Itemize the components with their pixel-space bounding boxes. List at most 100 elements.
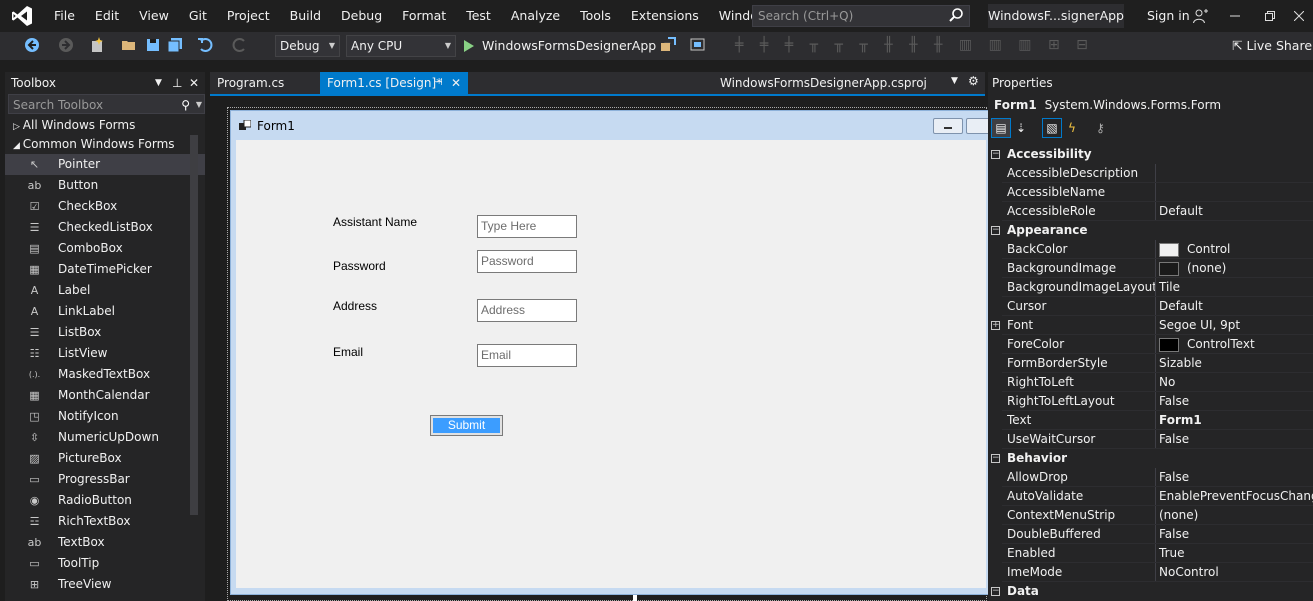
- property-value[interactable]: Default: [1159, 202, 1203, 221]
- property-row-bglayout[interactable]: BackgroundImageLayout Tile: [988, 278, 1313, 297]
- close-window-button[interactable]: [1285, 0, 1313, 32]
- property-row-accname[interactable]: AccessibleName: [988, 183, 1313, 202]
- category-behavior[interactable]: − Behavior: [988, 449, 1313, 468]
- collapse-icon[interactable]: −: [991, 587, 1000, 596]
- menu-git[interactable]: Git: [179, 0, 217, 32]
- gear-icon[interactable]: ⚙: [968, 74, 979, 88]
- platform-dropdown[interactable]: Any CPU ▼: [346, 35, 456, 57]
- property-value[interactable]: No: [1159, 373, 1175, 392]
- category-accessibility[interactable]: − Accessibility: [988, 145, 1313, 164]
- navigate-forward-icon[interactable]: [58, 37, 74, 53]
- properties-icon[interactable]: ▧: [1042, 118, 1062, 138]
- navigate-back-icon[interactable]: [24, 37, 40, 53]
- categorized-icon[interactable]: ▤: [991, 118, 1011, 138]
- email-input[interactable]: Email: [477, 344, 577, 367]
- property-value[interactable]: Segoe UI, 9pt: [1159, 316, 1240, 335]
- collapse-icon[interactable]: −: [991, 150, 1000, 159]
- category-appearance[interactable]: − Appearance: [988, 221, 1313, 240]
- property-value[interactable]: False: [1159, 430, 1189, 449]
- toolbox-item-listbox[interactable]: ☰ ListBox: [5, 322, 205, 343]
- property-row-accrole[interactable]: AccessibleRole Default: [988, 202, 1313, 221]
- toolbox-item-monthcalendar[interactable]: ▦ MonthCalendar: [5, 385, 205, 406]
- property-row-autovalidate[interactable]: AutoValidate EnablePreventFocusChange: [988, 487, 1313, 506]
- property-value[interactable]: True: [1159, 544, 1185, 563]
- minimize-window-button[interactable]: [1215, 0, 1255, 32]
- undo-icon[interactable]: [197, 37, 213, 53]
- collapse-icon[interactable]: −: [991, 454, 1000, 463]
- expand-icon[interactable]: +: [991, 321, 1000, 330]
- menu-edit[interactable]: Edit: [85, 0, 129, 32]
- toolbox-item-progressbar[interactable]: ▭ ProgressBar: [5, 469, 205, 490]
- toolbox-item-checkbox[interactable]: ☑ CheckBox: [5, 196, 205, 217]
- resize-handle[interactable]: [633, 595, 637, 601]
- events-icon[interactable]: ϟ: [1068, 118, 1076, 138]
- property-row-ctxmenu[interactable]: ContextMenuStrip (none): [988, 506, 1313, 525]
- property-value[interactable]: Sizable: [1159, 354, 1202, 373]
- object-selector[interactable]: Form1 System.Windows.Forms.Form: [988, 94, 1313, 116]
- toolbox-item-button[interactable]: ab Button: [5, 175, 205, 196]
- property-row-cursor[interactable]: Cursor Default: [988, 297, 1313, 316]
- toolbox-group-all[interactable]: ▷ All Windows Forms: [5, 116, 205, 135]
- property-row-backcolor[interactable]: BackColor Control: [988, 240, 1313, 259]
- menu-extensions[interactable]: Extensions: [621, 0, 709, 32]
- redo-icon[interactable]: [232, 37, 248, 53]
- chevron-down-icon[interactable]: ▼: [951, 76, 958, 86]
- toolbox-item-combobox[interactable]: ▤ ComboBox: [5, 238, 205, 259]
- property-row-text[interactable]: Text Form1: [988, 411, 1313, 430]
- restore-window-button[interactable]: [1250, 0, 1290, 32]
- toolbox-search-input[interactable]: Search Toolbox ⚲ ▼: [8, 94, 205, 114]
- form-client-area[interactable]: [236, 140, 986, 588]
- toolbox-item-numericupdown[interactable]: ⇳ NumericUpDown: [5, 427, 205, 448]
- form-layout-icon[interactable]: [690, 37, 706, 53]
- property-row-borderstyle[interactable]: FormBorderStyle Sizable: [988, 354, 1313, 373]
- sign-in-link[interactable]: Sign in: [1147, 0, 1190, 32]
- pin-icon[interactable]: ⊣: [434, 72, 443, 94]
- menu-debug[interactable]: Debug: [331, 0, 392, 32]
- save-all-icon[interactable]: [167, 37, 183, 53]
- property-value[interactable]: (none): [1159, 259, 1226, 278]
- menu-project[interactable]: Project: [217, 0, 280, 32]
- tab-form1-design[interactable]: Form1.cs [Design]* ⊣ ✕: [320, 72, 468, 94]
- property-row-enabled[interactable]: Enabled True: [988, 544, 1313, 563]
- toolbox-item-pointer[interactable]: ↖ Pointer: [5, 154, 205, 175]
- publish-icon[interactable]: [660, 37, 676, 53]
- category-data[interactable]: − Data: [988, 582, 1313, 601]
- close-icon[interactable]: ✕: [189, 72, 199, 94]
- new-project-icon[interactable]: [89, 37, 105, 53]
- menu-analyze[interactable]: Analyze: [501, 0, 570, 32]
- toolbox-item-datetimepicker[interactable]: ▦ DateTimePicker: [5, 259, 205, 280]
- property-row-rtl[interactable]: RightToLeft No: [988, 373, 1313, 392]
- property-value[interactable]: False: [1159, 525, 1189, 544]
- property-pages-icon[interactable]: ⚷: [1096, 118, 1105, 138]
- property-row-bgimage[interactable]: BackgroundImage (none): [988, 259, 1313, 278]
- start-debugging-button[interactable]: WindowsFormsDesignerApp ▼: [462, 35, 670, 57]
- property-row-rtllayout[interactable]: RightToLeftLayout False: [988, 392, 1313, 411]
- menu-view[interactable]: View: [129, 0, 179, 32]
- property-row-waitcursor[interactable]: UseWaitCursor False: [988, 430, 1313, 449]
- chevron-down-icon[interactable]: ▼: [155, 72, 162, 94]
- toolbox-item-textbox[interactable]: ab TextBox: [5, 532, 205, 553]
- property-value[interactable]: EnablePreventFocusChange: [1159, 487, 1313, 506]
- close-icon[interactable]: ✕: [451, 72, 461, 94]
- alphabetical-icon[interactable]: ⇣: [1016, 118, 1026, 138]
- toolbox-item-linklabel[interactable]: A LinkLabel: [5, 301, 205, 322]
- menu-test[interactable]: Test: [456, 0, 501, 32]
- property-row-forecolor[interactable]: ForeColor ControlText: [988, 335, 1313, 354]
- property-value[interactable]: Tile: [1159, 278, 1180, 297]
- toolbox-item-tooltip[interactable]: ▭ ToolTip: [5, 553, 205, 574]
- live-share-button[interactable]: ⇱ Live Share: [1232, 32, 1312, 60]
- property-row-font[interactable]: + Font Segoe UI, 9pt: [988, 316, 1313, 335]
- form-minimize-button[interactable]: [933, 118, 963, 134]
- submit-button[interactable]: Submit: [430, 415, 503, 436]
- toolbox-scrollbar[interactable]: [190, 135, 198, 515]
- property-value[interactable]: Form1: [1159, 411, 1202, 430]
- address-input[interactable]: Address: [477, 299, 577, 322]
- person-add-icon[interactable]: [1192, 8, 1208, 24]
- property-row-imemode[interactable]: ImeMode NoControl: [988, 563, 1313, 582]
- menu-format[interactable]: Format: [392, 0, 456, 32]
- property-row-accdesc[interactable]: AccessibleDescription: [988, 164, 1313, 183]
- toolbox-item-treeview[interactable]: ⊞ TreeView: [5, 574, 205, 595]
- toolbox-item-picturebox[interactable]: ▨ PictureBox: [5, 448, 205, 469]
- property-row-dblbuf[interactable]: DoubleBuffered False: [988, 525, 1313, 544]
- save-icon[interactable]: [145, 37, 161, 53]
